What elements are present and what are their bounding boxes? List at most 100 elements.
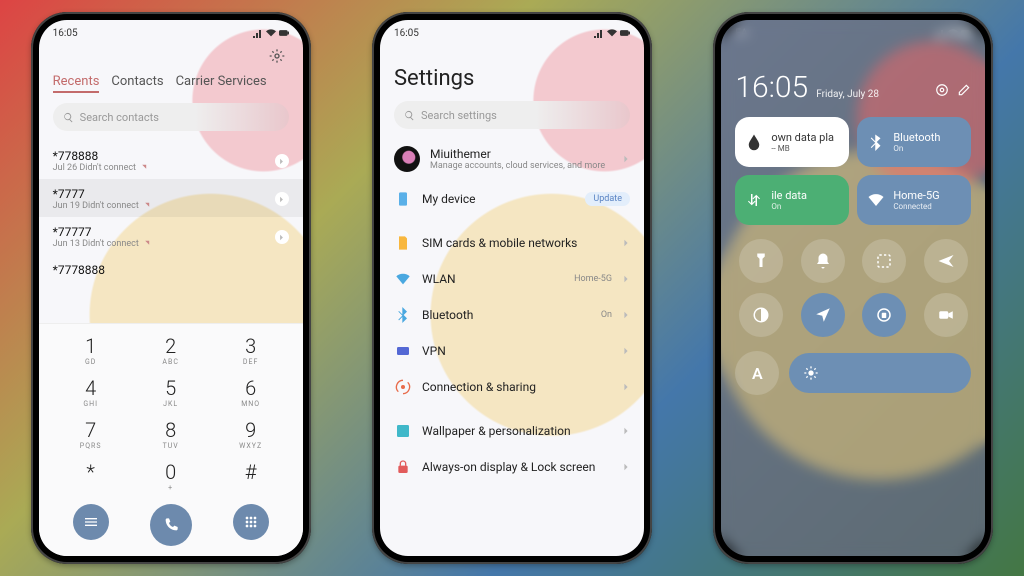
call-sub: Jun 19 Didn't connect [53,201,150,211]
key-star[interactable]: * [51,456,131,496]
phone-device-icon [395,191,411,207]
settings-wallpaper[interactable]: Wallpaper & personalization [394,413,630,449]
chevron-right-icon [622,383,630,391]
account-avatar-icon [394,146,420,172]
toggle-record[interactable] [924,293,968,337]
call-row[interactable]: *778888 Jul 26 Didn't connect [39,141,303,179]
tile-bluetooth[interactable]: BluetoothOn [857,117,971,167]
chevron-right-icon [622,275,630,283]
key-9[interactable]: 9WXYZ [211,414,291,454]
key-7[interactable]: 7PQRS [51,414,131,454]
tile-mobile-data[interactable]: ile dataOn [735,175,849,225]
key-1[interactable]: 1GD [51,330,131,370]
call-detail-button[interactable] [275,192,289,206]
status-bar: EA [721,20,985,42]
dial-keypad: 1GD 2ABC 3DEF 4GHI 5JKL 6MNO 7PQRS 8TUV … [39,323,303,556]
toggle-airplane[interactable] [924,239,968,283]
key-4[interactable]: 4GHI [51,372,131,412]
toggle-location[interactable] [801,293,845,337]
signal-icon [253,28,263,38]
key-0[interactable]: 0+ [131,456,211,496]
brightness-slider[interactable] [789,353,971,393]
battery-icon [620,28,630,38]
bluetooth-icon [395,307,411,323]
call-row[interactable]: *7778888 [39,255,303,283]
phone-icon [163,517,179,533]
search-contacts[interactable]: Search contacts [53,103,289,131]
call-sub: Jul 26 Didn't connect [53,163,147,173]
tab-contacts[interactable]: Contacts [111,74,163,93]
tile-wifi[interactable]: Home-5GConnected [857,175,971,225]
wallpaper-icon [395,423,411,439]
call-row[interactable]: *7777 Jun 19 Didn't connect [39,179,303,217]
data-arrows-icon [745,191,763,209]
status-bar: 16:05 [380,20,644,42]
settings-vpn[interactable]: VPN [394,333,630,369]
tab-carrier[interactable]: Carrier Services [176,74,267,93]
chevron-right-icon [622,239,630,247]
key-3[interactable]: 3DEF [211,330,291,370]
search-settings[interactable]: Search settings [394,101,630,129]
scissors-icon [875,252,893,270]
cc-edit-icon[interactable] [957,83,971,97]
dial-button[interactable] [150,504,192,546]
key-5[interactable]: 5JKL [131,372,211,412]
toggle-screenshot[interactable] [862,239,906,283]
settings-my-device[interactable]: My device Update [394,181,630,217]
bluetooth-icon [867,133,885,151]
sun-icon [803,365,819,381]
settings-aod[interactable]: Always-on display & Lock screen [394,449,630,485]
key-6[interactable]: 6MNO [211,372,291,412]
tile-data-plan[interactable]: own data pla-- MB [735,117,849,167]
outgoing-icon [142,202,150,210]
phone-control-center: EA 16:05 Friday, July 28 own data pla-- [713,12,993,564]
chevron-right-icon [622,463,630,471]
search-icon [404,110,415,121]
video-icon [937,306,955,324]
call-number: *778888 [53,149,147,163]
menu-icon [83,514,99,530]
wifi-icon [395,271,411,287]
toggle-rotation[interactable] [862,293,906,337]
settings-account[interactable]: Miuithemer Manage accounts, cloud servic… [394,137,630,181]
dialer-menu-button[interactable] [73,504,109,540]
wifi-icon [607,28,617,38]
settings-sim[interactable]: SIM cards & mobile networks [394,225,630,261]
settings-gear-icon[interactable] [269,48,285,64]
status-bar: 16:05 [39,20,303,42]
sim-icon [395,235,411,251]
settings-connection[interactable]: Connection & sharing [394,369,630,405]
wlan-value: Home-5G [574,274,612,284]
location-icon [814,306,832,324]
call-row[interactable]: *77777 Jun 13 Didn't connect [39,217,303,255]
chevron-right-icon [622,311,630,319]
account-name: Miuithemer [430,147,612,161]
battery-icon [279,28,289,38]
update-badge: Update [585,192,630,206]
toggle-font[interactable]: A [735,351,779,395]
call-detail-button[interactable] [275,154,289,168]
key-8[interactable]: 8TUV [131,414,211,454]
key-hash[interactable]: # [211,456,291,496]
settings-wlan[interactable]: WLAN Home-5G [394,261,630,297]
chevron-right-icon [622,347,630,355]
cc-settings-icon[interactable] [935,83,949,97]
wifi-icon [867,191,885,209]
toggle-flashlight[interactable] [739,239,783,283]
chevron-right-icon [622,427,630,435]
contrast-icon [752,306,770,324]
settings-bluetooth[interactable]: Bluetooth On [394,297,630,333]
call-detail-button[interactable] [275,230,289,244]
key-2[interactable]: 2ABC [131,330,211,370]
wifi-icon [948,28,958,38]
phone-settings: 16:05 Settings Search settings Miuitheme… [372,12,652,564]
toggle-dnd[interactable] [801,239,845,283]
search-placeholder: Search contacts [80,111,159,124]
outgoing-icon [142,240,150,248]
tab-recents[interactable]: Recents [53,74,100,93]
rotation-lock-icon [875,306,893,324]
flashlight-icon [752,252,770,270]
dialer-grid-button[interactable] [233,504,269,540]
toggle-darkmode[interactable] [739,293,783,337]
settings-title: Settings [394,66,630,91]
